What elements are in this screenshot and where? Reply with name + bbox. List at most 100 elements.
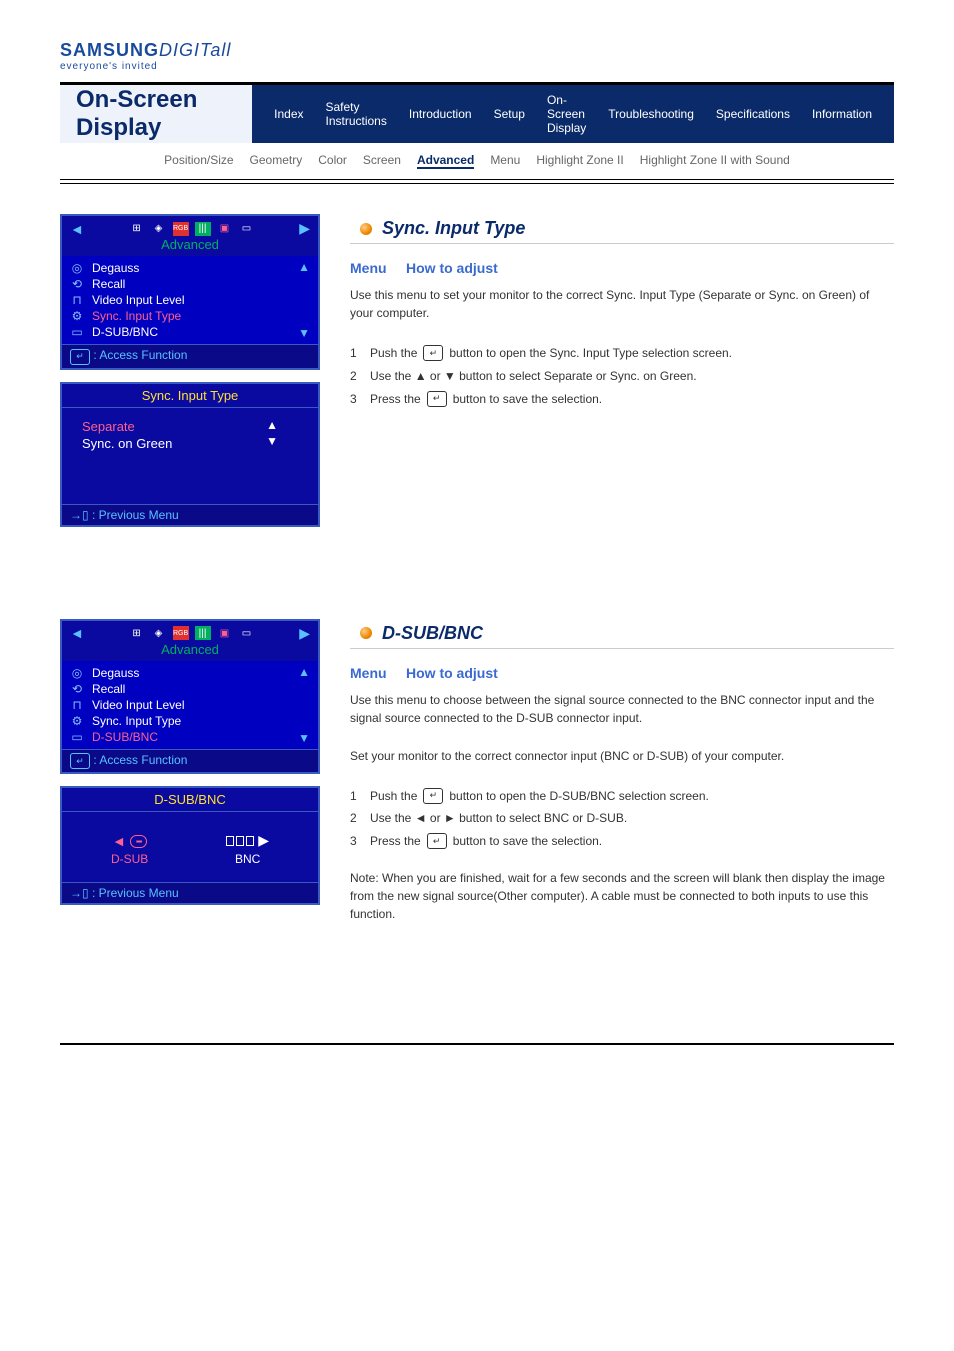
tab-osd[interactable]: On-Screen Display [541, 89, 592, 139]
arrow-down-icon: ▼ [298, 731, 310, 745]
tab-intro[interactable]: Introduction [403, 103, 478, 125]
degauss-icon: ◎ [70, 261, 84, 275]
instr-menu-label: Menu [350, 260, 387, 276]
step-text: Use the ▲ or ▼ button to select Separate… [370, 365, 697, 388]
osd-sub-title: D-SUB/BNC [62, 788, 318, 812]
position-icon: ⊞ [129, 626, 145, 640]
section-title: D-SUB/BNC [382, 623, 483, 644]
screen-icon: ||| [195, 626, 211, 640]
logo: SAMSUNGDIGITall everyone's invited [60, 40, 894, 72]
osd-panel-title: Advanced [62, 642, 318, 661]
step-text: Press the [370, 388, 421, 411]
osd-advanced-panel-2: ◄ ⊞ ◈ RGB ||| ▣ ▭ ▶ Advanced ◎Degauss ⟲R… [60, 619, 320, 775]
sub-tabs: Position/Size Geometry Color Screen Adva… [60, 143, 894, 175]
exit-icon: →▯ [70, 886, 89, 900]
instr-how-label: How to adjust [406, 665, 498, 681]
instr-steps: 1 Push the ↵ button to open the Sync. In… [350, 342, 894, 410]
footer-divider [60, 1043, 894, 1045]
logo-tagline: everyone's invited [60, 61, 894, 72]
bullet-icon [360, 627, 372, 639]
header-bar: On-Screen Display Index Safety Instructi… [60, 85, 894, 143]
instr-how-label: How to adjust [406, 260, 498, 276]
step-after: button to save the selection. [453, 388, 602, 411]
dsub-connector-icon: ▪▪▪ [130, 835, 148, 848]
geometry-icon: ◈ [151, 626, 167, 640]
logo-suffix: DIGITall [159, 40, 231, 60]
step-number: 3 [350, 388, 364, 411]
logo-brand: SAMSUNG [60, 40, 159, 60]
position-icon: ⊞ [129, 222, 145, 236]
subtab-advanced[interactable]: Advanced [417, 153, 474, 169]
recall-icon: ⟲ [70, 682, 84, 696]
list-sync-type: Sync. Input Type [92, 714, 181, 728]
subtab-color[interactable]: Color [318, 153, 347, 169]
sync-type-icon: ⚙ [70, 309, 84, 323]
menu-icon: ▭ [239, 222, 255, 236]
subtab-screen[interactable]: Screen [363, 153, 401, 169]
subtab-highlight2[interactable]: Highlight Zone II [536, 153, 623, 169]
subtab-menu[interactable]: Menu [490, 153, 520, 169]
osd-prev-hint: →▯ : Previous Menu [62, 504, 318, 525]
step-text: Use the ◄ or ► button to select BNC or D… [370, 807, 627, 830]
tab-index[interactable]: Index [268, 103, 309, 125]
menu-icon: ▭ [239, 626, 255, 640]
advanced-icon: ▣ [217, 222, 233, 236]
arrow-right-icon: ▶ [258, 832, 269, 849]
dsub-bnc-icon: ▭ [70, 325, 84, 339]
step-text: Press the [370, 830, 421, 853]
section-title: Sync. Input Type [382, 218, 525, 239]
osd-access-hint: ↵ : Access Function [62, 344, 318, 368]
instr-description: Use this menu to set your monitor to the… [350, 286, 894, 322]
arrow-up-icon: ▲ [298, 260, 310, 274]
section-dsub-bnc: ◄ ⊞ ◈ RGB ||| ▣ ▭ ▶ Advanced ◎Degauss ⟲R… [60, 619, 894, 943]
osd-access-hint: ↵ : Access Function [62, 749, 318, 773]
enter-icon: ↵ [427, 833, 447, 849]
step-text: Push the [370, 785, 417, 808]
tab-safety[interactable]: Safety Instructions [320, 96, 393, 132]
arrow-left-icon: ◄ [70, 625, 84, 641]
enter-icon: ↵ [423, 345, 443, 361]
list-recall: Recall [92, 682, 125, 696]
geometry-icon: ◈ [151, 222, 167, 236]
step-number: 2 [350, 807, 364, 830]
list-sync-type: Sync. Input Type [92, 309, 181, 323]
osd-sub-title: Sync. Input Type [62, 384, 318, 408]
enter-icon: ↵ [423, 788, 443, 804]
subtab-highlight2-sound[interactable]: Highlight Zone II with Sound [640, 153, 790, 169]
step-number: 3 [350, 830, 364, 853]
step-after: button to open the D-SUB/BNC selection s… [449, 785, 708, 808]
page-title: On-Screen Display [76, 86, 252, 142]
step-after: button to open the Sync. Input Type sele… [449, 342, 732, 365]
instr-note: Note: When you are finished, wait for a … [350, 869, 894, 923]
subtab-geometry[interactable]: Geometry [250, 153, 303, 169]
arrow-right-icon: ▶ [299, 220, 310, 237]
list-dsub-bnc: D-SUB/BNC [92, 730, 158, 744]
tab-trouble[interactable]: Troubleshooting [602, 103, 700, 125]
tab-info[interactable]: Information [806, 103, 878, 125]
bnc-connector-icon [226, 836, 254, 846]
osd-sync-subpanel: Sync. Input Type Separate Sync. on Green… [60, 382, 320, 527]
step-number: 2 [350, 365, 364, 388]
instr-steps: 1 Push the ↵ button to open the D-SUB/BN… [350, 785, 894, 853]
option-bnc: ▶ BNC [226, 832, 269, 866]
screen-icon: ||| [195, 222, 211, 236]
list-video-input: Video Input Level [92, 698, 185, 712]
enter-icon: ↵ [427, 391, 447, 407]
step-text: Push the [370, 342, 417, 365]
option-dsub: ◄▪▪▪ D-SUB [111, 833, 148, 866]
tab-setup[interactable]: Setup [488, 103, 531, 125]
arrow-left-icon: ◄ [70, 221, 84, 237]
osd-panel-title: Advanced [62, 237, 318, 256]
list-degauss: Degauss [92, 666, 139, 680]
subtab-position[interactable]: Position/Size [164, 153, 233, 169]
arrow-down-icon: ▼ [266, 434, 278, 448]
rgb-icon: RGB [173, 626, 189, 640]
section-sync-input-type: ◄ ⊞ ◈ RGB ||| ▣ ▭ ▶ Advanced ◎Degauss ⟲R… [60, 214, 894, 539]
instr-menu-label: Menu [350, 665, 387, 681]
arrow-down-icon: ▼ [298, 326, 310, 340]
arrow-right-icon: ▶ [299, 625, 310, 642]
dsub-bnc-icon: ▭ [70, 730, 84, 744]
arrow-left-icon: ◄ [112, 833, 126, 849]
tab-specs[interactable]: Specifications [710, 103, 796, 125]
arrow-up-icon: ▲ [298, 665, 310, 679]
